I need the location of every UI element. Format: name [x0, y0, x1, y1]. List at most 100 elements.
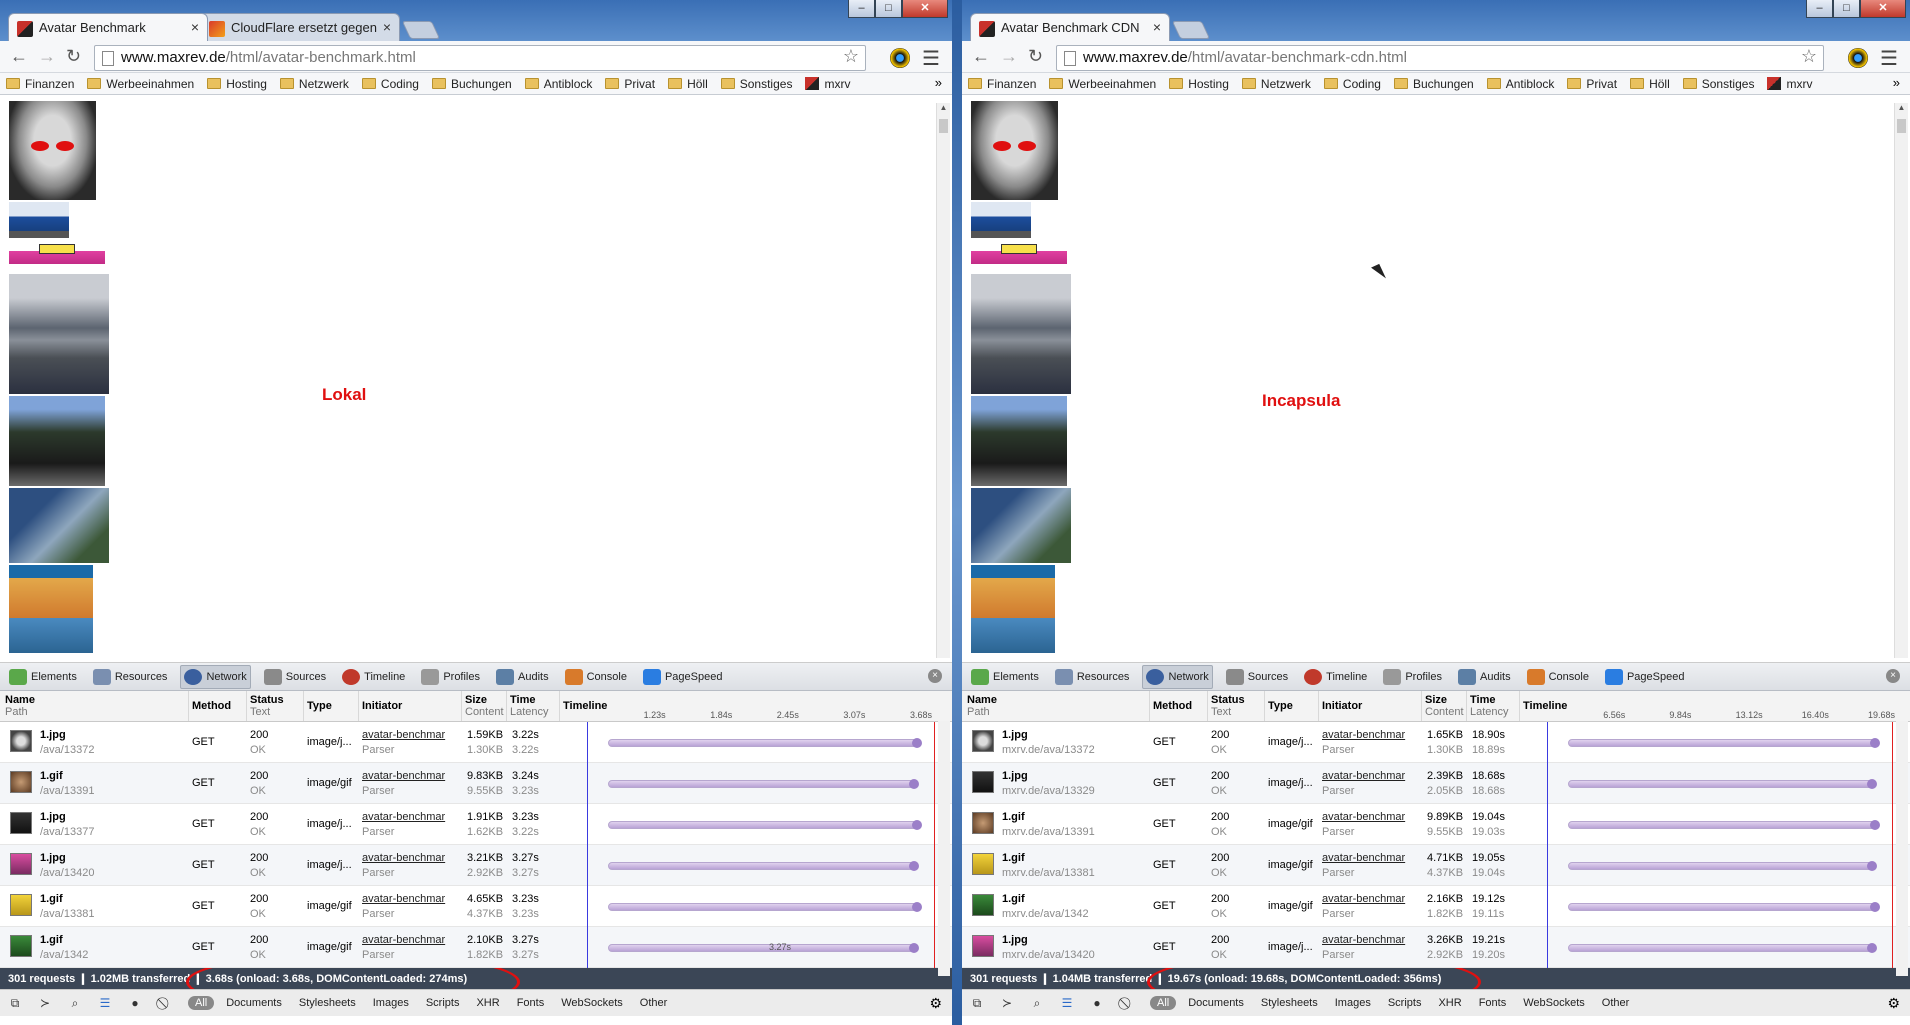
table-row[interactable]: 1.gif mxrv.de/ava/13381 GET 200 OK image/g…: [962, 845, 1910, 886]
table-row[interactable]: 1.jpg/ava/13372 GET 200 OK image/j... ava…: [0, 722, 952, 763]
menu-icon[interactable]: ☰: [1880, 46, 1898, 71]
bookmark-item[interactable]: Buchungen: [1393, 77, 1474, 91]
devtools-tab-sources[interactable]: Sources: [1223, 666, 1291, 688]
close-devtools-icon[interactable]: ×: [1886, 669, 1900, 683]
new-tab-button[interactable]: [1171, 21, 1211, 39]
menu-icon[interactable]: ☰: [922, 46, 940, 71]
column-status[interactable]: Status Text: [1211, 694, 1245, 720]
reload-icon[interactable]: ↻: [1028, 46, 1043, 67]
resource-initiator[interactable]: avatar-benchmar: [362, 934, 445, 946]
close-tab-icon[interactable]: ×: [191, 19, 199, 35]
table-row[interactable]: 1.gif mxrv.de/ava/1342 GET 200 OK image/gi…: [962, 886, 1910, 927]
column-size[interactable]: Size Content: [465, 694, 504, 720]
dock-icon[interactable]: ⧉: [970, 997, 984, 1009]
browser-tab[interactable]: Avatar Benchmark ×: [8, 13, 208, 41]
network-scrollbar[interactable]: [938, 721, 950, 976]
gear-icon[interactable]: ⚙: [1887, 995, 1900, 1012]
filter-fonts[interactable]: Fonts: [517, 997, 545, 1009]
record-icon[interactable]: ●: [128, 997, 142, 1009]
filter-all[interactable]: All: [188, 996, 215, 1010]
extension-icon[interactable]: [890, 48, 910, 68]
bookmark-item[interactable]: Antiblock: [524, 77, 592, 91]
resource-initiator[interactable]: avatar-benchmar: [362, 893, 445, 905]
devtools-tab-console[interactable]: Console: [1524, 666, 1592, 688]
filter-images[interactable]: Images: [373, 997, 409, 1009]
timeline-bar[interactable]: [1568, 820, 1880, 830]
filter-xhr[interactable]: XHR: [1438, 997, 1461, 1009]
timeline-bar[interactable]: [608, 820, 922, 830]
filter-websockets[interactable]: WebSockets: [561, 997, 623, 1009]
table-row[interactable]: 1.jpg/ava/13420 GET 200 OK image/j... ava…: [0, 845, 952, 886]
filter-other[interactable]: Other: [1602, 997, 1630, 1009]
timeline-bar[interactable]: [1568, 902, 1880, 912]
devtools-tab-resources[interactable]: Resources: [90, 666, 171, 688]
timeline-bar[interactable]: [608, 738, 922, 748]
bookmark-item[interactable]: Werbeeinahmen: [1049, 77, 1156, 91]
back-arrow-icon[interactable]: ←: [972, 46, 990, 67]
address-bar[interactable]: www.maxrev.de/html/avatar-benchmark.html…: [94, 45, 866, 71]
close-tab-icon[interactable]: ×: [1153, 19, 1161, 35]
bookmark-item[interactable]: mxrv: [805, 77, 850, 91]
filter-scripts[interactable]: Scripts: [1388, 997, 1422, 1009]
bookmark-item[interactable]: Buchungen: [431, 77, 512, 91]
devtools-tab-network[interactable]: Network: [1142, 664, 1213, 689]
table-row[interactable]: 1.jpg/ava/13377 GET 200 OK image/j... ava…: [0, 804, 952, 845]
bookmark-star-icon[interactable]: ☆: [1801, 46, 1817, 67]
table-row[interactable]: 1.jpg mxrv.de/ava/13420 GET 200 OK image/j…: [962, 927, 1910, 968]
close-tab-icon[interactable]: ×: [383, 19, 391, 35]
resource-initiator[interactable]: avatar-benchmar: [1322, 729, 1405, 741]
reload-icon[interactable]: ↻: [66, 46, 81, 67]
filter-stylesheets[interactable]: Stylesheets: [299, 997, 356, 1009]
search-icon[interactable]: ⌕: [1030, 997, 1044, 1009]
table-row[interactable]: 1.gif/ava/1342 GET 200 OK image/gif avata…: [0, 927, 952, 968]
bookmark-item[interactable]: Coding: [361, 77, 419, 91]
column-name[interactable]: Name Path: [967, 694, 997, 720]
bookmark-item[interactable]: Privat: [1567, 77, 1617, 91]
resource-initiator[interactable]: avatar-benchmar: [362, 811, 445, 823]
browser-tab[interactable]: CloudFlare ersetzt gegen ×: [200, 13, 400, 41]
filter-fonts[interactable]: Fonts: [1479, 997, 1507, 1009]
timeline-bar[interactable]: [1568, 738, 1880, 748]
bookmark-item[interactable]: Coding: [1323, 77, 1381, 91]
bookmark-item[interactable]: Finanzen: [968, 77, 1036, 91]
filter-documents[interactable]: Documents: [226, 997, 282, 1009]
column-size[interactable]: Size Content: [1425, 694, 1464, 720]
chevron-right-icon[interactable]: »: [1893, 75, 1900, 90]
table-row[interactable]: 1.jpg mxrv.de/ava/13329 GET 200 OK image/j…: [962, 763, 1910, 804]
filter-other[interactable]: Other: [640, 997, 668, 1009]
devtools-tab-timeline[interactable]: Timeline: [339, 666, 408, 688]
console-drawer-icon[interactable]: ≻: [1000, 997, 1014, 1009]
forward-arrow-icon[interactable]: →: [38, 46, 56, 67]
resource-initiator[interactable]: avatar-benchmar: [362, 729, 445, 741]
page-scrollbar[interactable]: ▲: [936, 103, 950, 658]
devtools-tab-profiles[interactable]: Profiles: [418, 666, 483, 688]
console-drawer-icon[interactable]: ≻: [38, 997, 52, 1009]
filter-scripts[interactable]: Scripts: [426, 997, 460, 1009]
bookmark-item[interactable]: Hosting: [207, 77, 267, 91]
chevron-right-icon[interactable]: »: [935, 75, 942, 90]
filter-websockets[interactable]: WebSockets: [1523, 997, 1585, 1009]
address-bar[interactable]: www.maxrev.de/html/avatar-benchmark-cdn.…: [1056, 45, 1824, 71]
devtools-tab-network[interactable]: Network: [180, 664, 251, 689]
devtools-tab-timeline[interactable]: Timeline: [1301, 666, 1370, 688]
close-window-button[interactable]: ✕: [1860, 0, 1906, 18]
devtools-tab-profiles[interactable]: Profiles: [1380, 666, 1445, 688]
search-icon[interactable]: ⌕: [68, 997, 82, 1009]
forward-arrow-icon[interactable]: →: [1000, 46, 1018, 67]
bookmark-item[interactable]: Hosting: [1169, 77, 1229, 91]
gear-icon[interactable]: ⚙: [929, 995, 942, 1012]
record-icon[interactable]: ●: [1090, 997, 1104, 1009]
bookmark-item[interactable]: Antiblock: [1486, 77, 1554, 91]
minimize-button[interactable]: –: [848, 0, 875, 18]
resource-initiator[interactable]: avatar-benchmar: [362, 770, 445, 782]
resource-initiator[interactable]: avatar-benchmar: [1322, 852, 1405, 864]
list-view-icon[interactable]: ☰: [1060, 997, 1074, 1009]
bookmark-item[interactable]: Höll: [1630, 77, 1670, 91]
bookmark-item[interactable]: Sonstiges: [1682, 77, 1754, 91]
page-scrollbar[interactable]: ▲: [1894, 103, 1908, 658]
timeline-bar[interactable]: [1568, 943, 1877, 953]
devtools-tab-pagespeed[interactable]: PageSpeed: [640, 666, 726, 688]
close-window-button[interactable]: ✕: [902, 0, 948, 18]
devtools-tab-elements[interactable]: Elements: [6, 666, 80, 688]
filter-images[interactable]: Images: [1335, 997, 1371, 1009]
